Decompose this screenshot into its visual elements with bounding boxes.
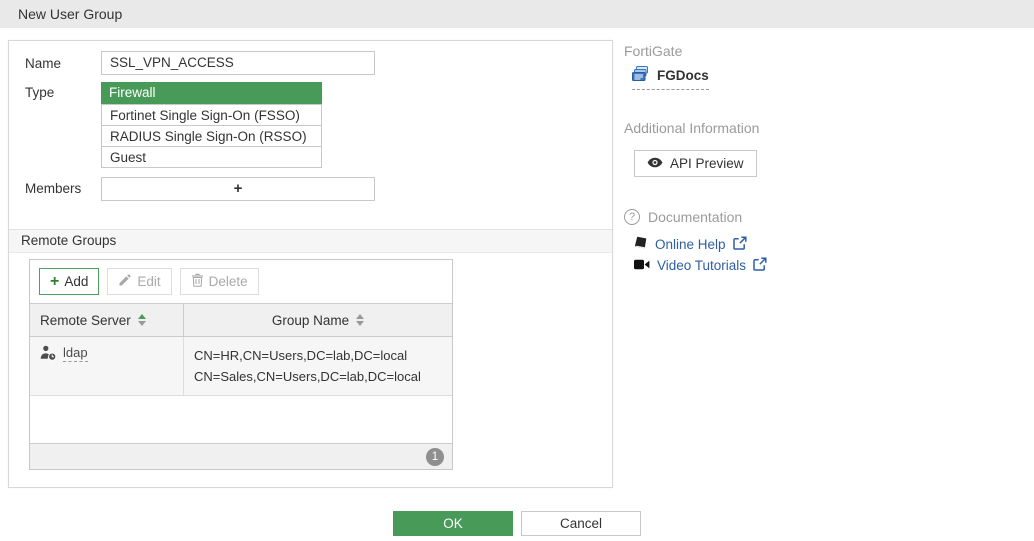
delete-button[interactable]: Delete <box>180 268 259 295</box>
name-input[interactable]: SSL_VPN_ACCESS <box>101 51 375 75</box>
pencil-icon <box>118 273 132 290</box>
type-option-firewall[interactable]: Firewall <box>101 82 322 104</box>
delete-button-label: Delete <box>209 274 248 289</box>
column-header-group-name[interactable]: Group Name <box>184 304 452 336</box>
external-link-icon <box>753 257 767 274</box>
add-button[interactable]: + Add <box>39 268 99 295</box>
type-option-fsso[interactable]: Fortinet Single Sign-On (FSSO) <box>101 104 322 126</box>
api-preview-label: API Preview <box>670 156 744 171</box>
table-header-row: Remote Server Group Name <box>30 303 452 337</box>
remote-groups-section-header: Remote Groups <box>9 229 612 253</box>
question-icon: ? <box>624 209 640 225</box>
add-button-label: Add <box>64 274 88 289</box>
type-option-rsso[interactable]: RADIUS Single Sign-On (RSSO) <box>101 125 322 147</box>
documentation-heading: ? Documentation <box>624 209 742 225</box>
table-footer: 1 <box>30 443 452 469</box>
additional-information-heading: Additional Information <box>624 120 759 136</box>
page-title: New User Group <box>18 6 122 22</box>
plus-icon: + <box>50 274 59 290</box>
sort-icon[interactable] <box>356 314 364 326</box>
trash-icon <box>191 273 204 290</box>
video-tutorials-link[interactable]: Video Tutorials <box>634 257 767 274</box>
device-name-item[interactable]: FGDocs <box>632 66 709 90</box>
fortigate-heading: FortiGate <box>624 43 682 59</box>
group-name-cell: CN=HR,CN=Users,DC=lab,DC=local CN=Sales,… <box>184 337 452 395</box>
cancel-button[interactable]: Cancel <box>521 511 641 536</box>
sort-icon[interactable] <box>138 314 146 326</box>
group-dn: CN=HR,CN=Users,DC=lab,DC=local <box>194 345 442 366</box>
remote-server-header-label: Remote Server <box>40 313 131 328</box>
column-header-remote-server[interactable]: Remote Server <box>30 304 184 336</box>
type-option-guest[interactable]: Guest <box>101 146 322 168</box>
eye-icon <box>647 156 663 171</box>
group-name-header-label: Group Name <box>272 313 349 328</box>
device-name-label: FGDocs <box>657 68 709 83</box>
online-help-label: Online Help <box>655 237 726 252</box>
edit-button[interactable]: Edit <box>107 268 171 295</box>
members-label: Members <box>25 181 81 196</box>
video-tutorials-label: Video Tutorials <box>657 258 746 273</box>
group-dn: CN=Sales,CN=Users,DC=lab,DC=local <box>194 366 442 387</box>
type-label: Type <box>25 85 54 100</box>
remote-groups-table: +Add Edit Delete Remote Server Group Nam <box>29 259 453 470</box>
type-option-list: Firewall Fortinet Single Sign-On (FSSO) … <box>101 82 322 168</box>
dialog-titlebar: New User Group <box>0 0 1034 28</box>
remote-groups-toolbar: + Add Edit Delete <box>30 260 452 303</box>
remote-server-link[interactable]: ldap <box>63 345 88 362</box>
remote-server-cell: ldap <box>30 337 184 395</box>
name-label: Name <box>25 56 61 71</box>
edit-button-label: Edit <box>137 274 160 289</box>
ldap-user-icon <box>40 345 57 364</box>
remote-groups-title: Remote Groups <box>21 233 116 248</box>
ok-button[interactable]: OK <box>393 511 513 536</box>
table-empty-area <box>30 396 452 443</box>
video-camera-icon <box>634 258 650 273</box>
external-link-icon <box>733 236 747 253</box>
members-add-field[interactable]: + <box>101 177 375 201</box>
form-panel: Name SSL_VPN_ACCESS Type Firewall Fortin… <box>8 40 613 488</box>
api-preview-button[interactable]: API Preview <box>634 150 757 177</box>
book-icon <box>634 236 648 253</box>
online-help-link[interactable]: Online Help <box>634 236 747 253</box>
page-count-badge[interactable]: 1 <box>426 448 444 466</box>
new-user-group-dialog: New User Group Name SSL_VPN_ACCESS Type … <box>0 0 1034 541</box>
info-sidebar: FortiGate FGDocs Additional Information … <box>622 40 1026 500</box>
fgdocs-stack-icon <box>632 66 650 85</box>
documentation-heading-label: Documentation <box>648 209 742 225</box>
table-row[interactable]: ldap CN=HR,CN=Users,DC=lab,DC=local CN=S… <box>30 337 452 396</box>
